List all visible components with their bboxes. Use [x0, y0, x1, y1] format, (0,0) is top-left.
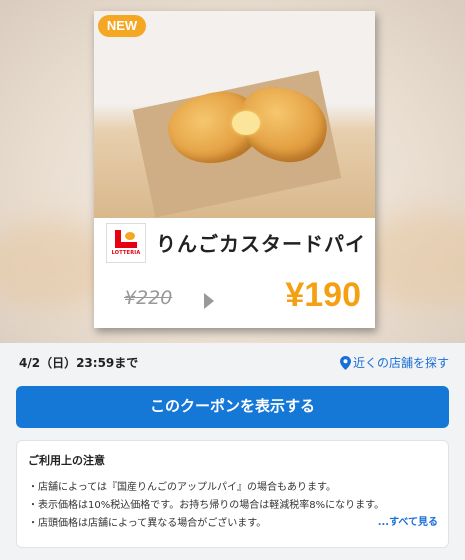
find-nearby-store-label: 近くの店舗を探す — [352, 356, 449, 370]
usage-notes-panel: ご利用上の注意 ・店舗によっては『国産りんごのアップルパイ』の場合もあります。 … — [16, 440, 449, 548]
background-pie-blur — [360, 210, 465, 310]
original-price: ¥220 — [124, 287, 173, 309]
coupon-meta-row: 4/2（日）23:59まで 近くの店舗を探す — [0, 352, 465, 374]
arrow-right-icon — [204, 293, 214, 309]
new-badge: NEW — [98, 15, 146, 37]
custard-filling — [232, 111, 260, 135]
brand-logo: LOTTERIA — [106, 223, 146, 263]
hero-background: NEW LOTTERIA りんごカスタードパイ ¥220 ¥190 — [0, 0, 465, 343]
product-name: りんごカスタードパイ — [156, 232, 366, 256]
lotteria-logo-icon — [113, 230, 139, 248]
usage-note-item: ・店舗によっては『国産りんごのアップルパイ』の場合もあります。 — [28, 482, 336, 493]
coupon-card[interactable]: NEW LOTTERIA りんごカスタードパイ ¥220 ¥190 — [94, 11, 375, 328]
see-all-link[interactable]: ...すべて見る — [378, 513, 438, 528]
product-photo: NEW — [94, 11, 375, 218]
find-nearby-store-link[interactable]: 近くの店舗を探す — [339, 354, 449, 371]
brand-logo-text: LOTTERIA — [111, 250, 141, 256]
discount-price: ¥190 — [285, 276, 361, 314]
show-coupon-button[interactable]: このクーポンを表示する — [16, 386, 449, 428]
expiry-date: 4/2（日）23:59まで — [19, 356, 139, 370]
location-pin-icon — [339, 355, 351, 370]
usage-notes-title: ご利用上の注意 — [28, 454, 105, 467]
